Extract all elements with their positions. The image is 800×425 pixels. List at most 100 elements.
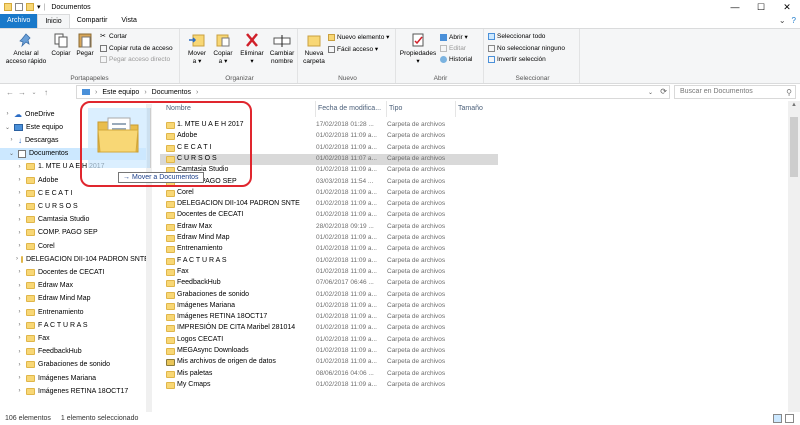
file-row[interactable]: FeedbackHub 07/06/2017 06:46 ... Carpeta d… xyxy=(160,278,498,289)
chevron-right-icon[interactable]: › xyxy=(16,362,23,368)
collapse-ribbon-icon[interactable]: ⌄ xyxy=(779,16,786,25)
forward-arrow-icon[interactable]: → xyxy=(16,88,28,97)
nav-item[interactable]: › C U R S O S xyxy=(0,200,146,212)
large-icons-view-icon[interactable] xyxy=(785,414,794,423)
file-row[interactable]: Imágenes Mariana 01/02/2018 11:09 a... Car… xyxy=(160,301,498,312)
file-row[interactable]: Mis paletas 08/06/2016 04:06 ... Carpeta d… xyxy=(160,369,498,380)
rename-button[interactable]: Cambiar nombre xyxy=(268,32,296,66)
scroll-up-icon[interactable]: ▲ xyxy=(788,102,800,108)
nav-item[interactable]: › DELEGACION DII-104 PADRON SNTE xyxy=(0,253,146,265)
back-arrow-icon[interactable]: ← xyxy=(4,88,16,97)
close-button[interactable]: ✕ xyxy=(774,0,800,14)
up-arrow-icon[interactable]: ↑ xyxy=(40,88,52,97)
chevron-right-icon[interactable]: › xyxy=(16,203,23,209)
file-row[interactable]: Mis archivos de origen de datos 01/02/201… xyxy=(160,357,498,368)
nav-item[interactable]: › Edraw Mind Map xyxy=(0,293,146,305)
file-row[interactable]: Fax 01/02/2018 11:09 a... Carpeta de archi… xyxy=(160,267,498,278)
chevron-right-icon[interactable]: › xyxy=(16,296,23,302)
copy-to-button[interactable]: Copiar a ▾ xyxy=(210,32,236,66)
nav-item[interactable]: › F A C T U R A S xyxy=(0,319,146,331)
column-header-type[interactable]: Tipo xyxy=(387,101,456,117)
pin-quick-access-button[interactable]: Anclar al acceso rápido xyxy=(3,32,49,66)
history-button[interactable]: Historial xyxy=(440,56,472,63)
new-folder-icon[interactable] xyxy=(26,3,34,11)
nav-item[interactable]: › Fax xyxy=(0,332,146,344)
list-scrollbar[interactable]: ▲ xyxy=(788,101,800,412)
paste-shortcut-button[interactable]: Pegar acceso directo xyxy=(100,56,170,63)
file-row[interactable]: Corel 01/02/2018 11:09 a... Carpeta de arc… xyxy=(160,188,498,199)
file-row[interactable]: DELEGACION DII-104 PADRON SNTE 01/02/2018… xyxy=(160,199,498,210)
chevron-down-icon[interactable]: ⌄ xyxy=(8,150,15,157)
chevron-right-icon[interactable]: › xyxy=(16,375,23,381)
chevron-right-icon[interactable]: › xyxy=(16,269,23,275)
easy-access-button[interactable]: Fácil acceso ▾ xyxy=(328,45,378,53)
chevron-right-icon[interactable]: › xyxy=(16,190,23,196)
address-dropdown-icon[interactable]: ⌄ xyxy=(648,89,653,96)
paste-button[interactable]: Pegar xyxy=(74,32,96,58)
chevron-right-icon[interactable]: › xyxy=(8,137,15,143)
delete-button[interactable]: Eliminar ▾ xyxy=(238,32,266,66)
file-row[interactable]: Grabaciones de sonido 01/02/2018 11:09 a.… xyxy=(160,290,498,301)
cut-button[interactable]: ✂ Cortar xyxy=(100,33,127,40)
chevron-right-icon[interactable]: › xyxy=(16,309,23,315)
chevron-right-icon[interactable]: › xyxy=(4,111,11,117)
chevron-right-icon[interactable]: › xyxy=(16,322,23,328)
chevron-right-icon[interactable]: › xyxy=(16,283,23,289)
file-row[interactable]: Entrenamiento 01/02/2018 11:09 a... Carpet… xyxy=(160,244,498,255)
tab-archivo[interactable]: Archivo xyxy=(0,14,38,28)
nav-item[interactable]: › Imágenes Mariana xyxy=(0,372,146,384)
copy-button[interactable]: Copiar xyxy=(50,32,72,58)
chevron-right-icon[interactable]: › xyxy=(16,335,23,341)
nav-item[interactable]: › C E C A T I xyxy=(0,187,146,199)
file-row[interactable]: Edraw Max 28/02/2018 09:19 ... Carpeta de … xyxy=(160,222,498,233)
help-icon[interactable]: ? xyxy=(792,16,796,25)
chevron-right-icon[interactable]: › xyxy=(16,177,23,183)
refresh-icon[interactable]: ⟳ xyxy=(660,87,667,96)
nav-item[interactable]: › Camtasia Studio xyxy=(0,214,146,226)
file-row[interactable]: Imágenes RETINA 18OCT17 01/02/2018 11:09 … xyxy=(160,312,498,323)
file-row[interactable]: My Cmaps 01/02/2018 11:09 a... Carpeta de … xyxy=(160,380,498,391)
copy-path-button[interactable]: Copiar ruta de acceso xyxy=(100,45,173,52)
nav-item[interactable]: › Docentes de CECATI xyxy=(0,266,146,278)
chevron-right-icon[interactable]: › xyxy=(16,349,23,355)
file-row[interactable]: Edraw Mind Map 01/02/2018 11:09 a... Carpe… xyxy=(160,233,498,244)
breadcrumb-documentos[interactable]: Documentos xyxy=(152,89,191,96)
column-header-date[interactable]: Fecha de modifica... xyxy=(316,101,387,117)
file-row[interactable]: IMPRESIÓN DE CITA Maribel 281014 01/02/20… xyxy=(160,323,498,334)
search-box[interactable]: Buscar en Documentos ⚲ xyxy=(674,85,796,99)
nav-item[interactable]: › Imágenes RETINA 18OCT17 xyxy=(0,385,146,397)
file-row[interactable]: MEGAsync Downloads 01/02/2018 11:09 a... C… xyxy=(160,346,498,357)
chevron-down-icon[interactable]: ⌄ xyxy=(4,124,11,131)
move-to-button[interactable]: Mover a ▾ xyxy=(184,32,210,66)
folder-icon[interactable] xyxy=(4,3,12,11)
minimize-button[interactable]: — xyxy=(722,0,748,14)
chevron-right-icon[interactable]: › xyxy=(16,230,23,236)
file-row[interactable]: Docentes de CECATI 01/02/2018 11:09 a... C… xyxy=(160,210,498,221)
edit-button[interactable]: Editar xyxy=(440,45,466,52)
customize-toolbar-icon[interactable]: ▾ xyxy=(37,3,41,11)
maximize-button[interactable]: ☐ xyxy=(748,0,774,14)
select-all-button[interactable]: Seleccionar todo xyxy=(488,33,545,40)
invert-selection-button[interactable]: Invertir selección xyxy=(488,56,546,63)
chevron-right-icon[interactable]: › xyxy=(16,217,23,223)
nav-item[interactable]: › COMP. PAGO SEP xyxy=(0,227,146,239)
breadcrumb-este-equipo[interactable]: Este equipo xyxy=(102,89,139,96)
nav-item[interactable]: › Edraw Max xyxy=(0,280,146,292)
properties-button[interactable]: Propiedades ▾ xyxy=(398,32,438,66)
list-scrollbar-thumb[interactable] xyxy=(790,117,798,177)
open-button[interactable]: Abrir ▾ xyxy=(440,33,468,41)
chevron-right-icon[interactable]: › xyxy=(16,256,18,262)
column-header-size[interactable]: Tamaño xyxy=(456,101,516,117)
tab-compartir[interactable]: Compartir xyxy=(70,14,115,28)
nav-item[interactable]: › Entrenamiento xyxy=(0,306,146,318)
details-view-icon[interactable] xyxy=(773,414,782,423)
file-row[interactable]: F A C T U R A S 01/02/2018 11:09 a... Carp… xyxy=(160,256,498,267)
new-folder-button[interactable]: Nueva carpeta xyxy=(300,32,328,66)
nav-item[interactable]: › FeedbackHub xyxy=(0,346,146,358)
chevron-right-icon[interactable]: › xyxy=(16,164,23,170)
file-row[interactable]: Logos CECATI 01/02/2018 11:09 a... Carpeta… xyxy=(160,335,498,346)
chevron-right-icon[interactable]: › xyxy=(16,388,23,394)
new-item-button[interactable]: Nuevo elemento ▾ xyxy=(328,33,389,41)
nav-item[interactable]: › Corel xyxy=(0,240,146,252)
chevron-right-icon[interactable]: › xyxy=(16,243,23,249)
